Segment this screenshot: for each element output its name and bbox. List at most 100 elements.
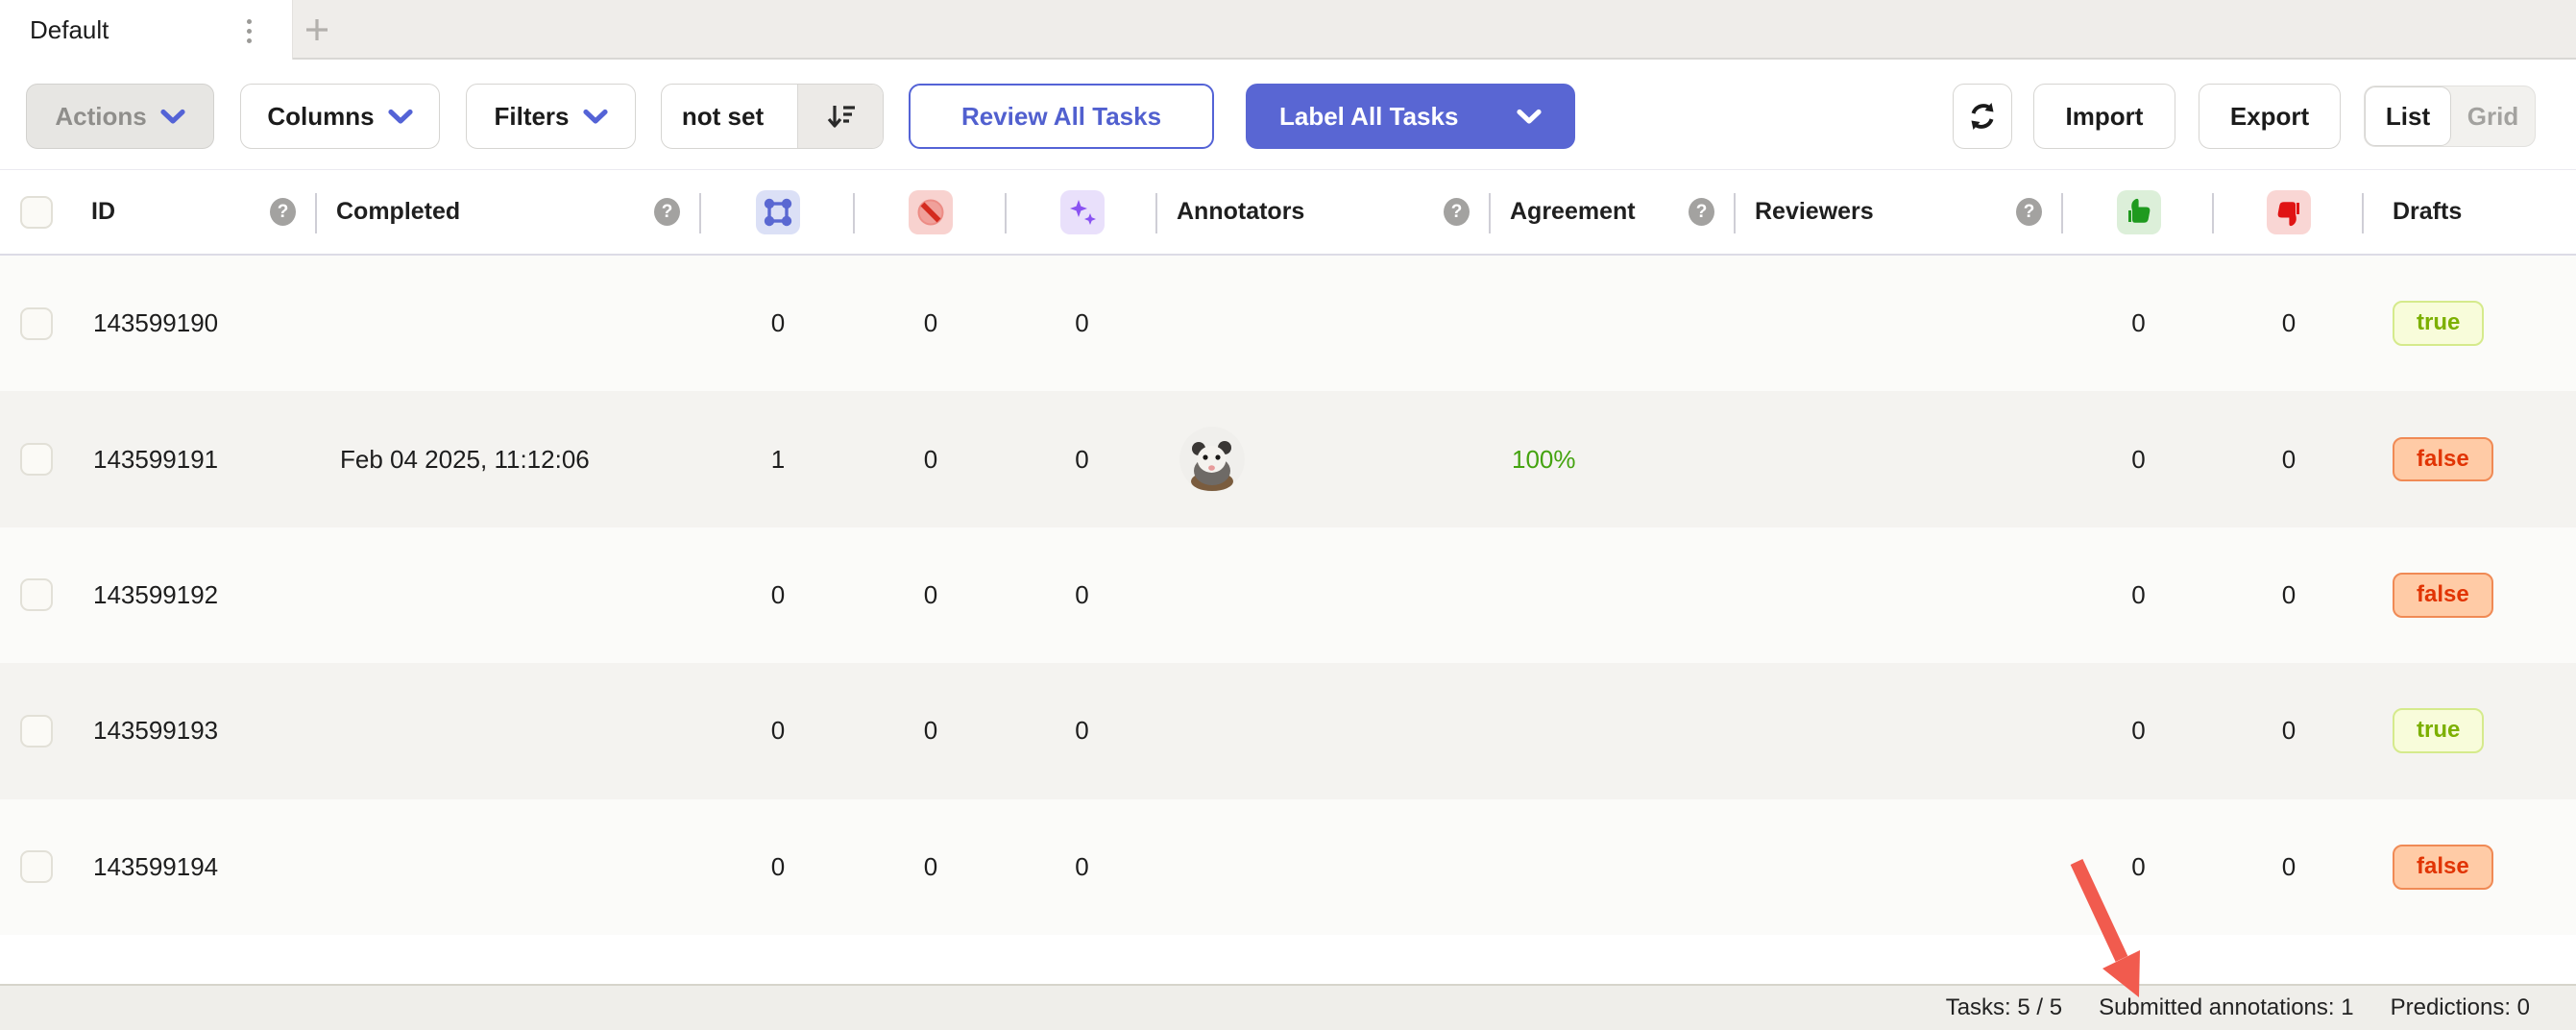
column-label-id: ID — [72, 198, 115, 226]
annotators-cell — [1157, 391, 1491, 527]
filters-label: Filters — [494, 102, 569, 132]
cancelled-count-cell: 0 — [855, 799, 1007, 935]
add-tab-button[interactable] — [294, 8, 340, 52]
tab-label: Default — [0, 15, 109, 45]
row-checkbox[interactable] — [20, 715, 53, 748]
view-list-button[interactable]: List — [2365, 86, 2451, 146]
columns-button[interactable]: Columns — [240, 84, 440, 149]
actions-button[interactable]: Actions — [26, 84, 214, 149]
annotations-count-cell: 1 — [701, 391, 855, 527]
column-header-id[interactable]: ID ? — [72, 170, 317, 254]
column-header-annotations[interactable] — [701, 170, 855, 254]
data-manager-app: Default Actions Columns Filters — [0, 0, 2576, 1030]
table-row[interactable]: 143599190 0 0 0 0 0 — [0, 256, 2576, 391]
drafts-cell: false — [2364, 799, 2576, 935]
footer-predictions-count: Predictions: 0 — [2391, 994, 2530, 1021]
annotations-icon — [756, 190, 800, 234]
column-label-reviewers: Reviewers — [1736, 198, 1874, 226]
column-header-completed[interactable]: Completed ? — [317, 170, 701, 254]
task-id-cell: 143599193 — [72, 663, 317, 798]
predictions-count-cell: 0 — [1007, 799, 1157, 935]
table-row[interactable]: 143599191 Feb 04 2025, 11:12:06 1 0 0 1 — [0, 391, 2576, 527]
refresh-icon — [1965, 99, 2000, 134]
row-checkbox-cell — [0, 799, 72, 935]
help-icon[interactable]: ? — [1444, 198, 1470, 226]
task-id-cell: 143599194 — [72, 799, 317, 935]
tab-bar: Default — [0, 0, 2576, 60]
thumbs-up-icon — [2117, 190, 2161, 234]
annotations-count-cell: 0 — [701, 663, 855, 798]
select-all-checkbox-cell — [0, 170, 72, 254]
thumbs-down-icon — [2267, 190, 2311, 234]
toolbar: Actions Columns Filters not set — [0, 60, 2576, 170]
sort-direction-button[interactable] — [797, 85, 883, 148]
column-header-accepted[interactable] — [2063, 170, 2214, 254]
column-header-cancelled[interactable] — [855, 170, 1007, 254]
reviewers-cell — [1736, 799, 2063, 935]
ordering-label: not set — [662, 102, 784, 132]
cancelled-count-cell: 0 — [855, 391, 1007, 527]
completed-cell — [317, 663, 701, 798]
column-header-reviewers[interactable]: Reviewers ? — [1736, 170, 2063, 254]
table-row[interactable]: 143599192 0 0 0 0 0 — [0, 527, 2576, 663]
table-header-row: ID ? Completed ? — [0, 170, 2576, 256]
view-grid-button[interactable]: Grid — [2451, 102, 2535, 132]
review-all-tasks-button[interactable]: Review All Tasks — [909, 84, 1214, 149]
agreement-cell: 100% — [1491, 391, 1736, 527]
reviewers-cell — [1736, 527, 2063, 663]
reviewers-cell — [1736, 663, 2063, 798]
column-label-completed: Completed — [317, 198, 460, 226]
actions-label: Actions — [55, 102, 146, 132]
row-checkbox[interactable] — [20, 443, 53, 476]
help-icon[interactable]: ? — [1689, 198, 1714, 226]
help-icon[interactable]: ? — [2016, 198, 2042, 226]
completed-cell: Feb 04 2025, 11:12:06 — [317, 391, 701, 527]
annotators-cell — [1157, 663, 1491, 798]
row-checkbox[interactable] — [20, 850, 53, 883]
row-checkbox-cell — [0, 256, 72, 391]
export-label: Export — [2230, 102, 2309, 132]
column-header-annotators[interactable]: Annotators ? — [1157, 170, 1491, 254]
annotations-count-cell: 0 — [701, 527, 855, 663]
cancelled-count-cell: 0 — [855, 527, 1007, 663]
view-toggle: List Grid — [2364, 86, 2536, 147]
cancelled-count-cell: 0 — [855, 663, 1007, 798]
column-header-rejected[interactable] — [2214, 170, 2364, 254]
footer-tasks-count: Tasks: 5 / 5 — [1946, 994, 2062, 1021]
ordering-button[interactable]: not set — [661, 84, 884, 149]
label-all-tasks-button[interactable]: Label All Tasks — [1246, 84, 1575, 149]
accepted-count-cell: 0 — [2063, 663, 2214, 798]
column-header-drafts[interactable]: Drafts — [2364, 170, 2576, 254]
status-footer: Tasks: 5 / 5 Submitted annotations: 1 Pr… — [0, 984, 2576, 1030]
draft-badge: false — [2393, 437, 2493, 482]
agreement-cell — [1491, 663, 1736, 798]
column-header-predictions[interactable] — [1007, 170, 1157, 254]
select-all-checkbox[interactable] — [20, 196, 53, 229]
refresh-button[interactable] — [1953, 84, 2012, 149]
help-icon[interactable]: ? — [270, 198, 296, 226]
chevron-down-icon — [388, 109, 413, 125]
row-checkbox[interactable] — [20, 578, 53, 611]
row-checkbox[interactable] — [20, 307, 53, 340]
table-row[interactable]: 143599193 0 0 0 0 0 — [0, 663, 2576, 798]
task-id-cell: 143599190 — [72, 256, 317, 391]
table-row[interactable]: 143599194 0 0 0 0 0 — [0, 799, 2576, 935]
predictions-icon — [1060, 190, 1105, 234]
annotators-cell — [1157, 527, 1491, 663]
accepted-count-cell: 0 — [2063, 391, 2214, 527]
export-button[interactable]: Export — [2199, 84, 2341, 149]
accepted-count-cell: 0 — [2063, 256, 2214, 391]
import-button[interactable]: Import — [2033, 84, 2175, 149]
footer-submitted-annotations: Submitted annotations: 1 — [2099, 994, 2354, 1021]
predictions-count-cell: 0 — [1007, 391, 1157, 527]
tab-menu-button[interactable] — [234, 12, 263, 49]
filters-button[interactable]: Filters — [466, 84, 636, 149]
task-id-cell: 143599191 — [72, 391, 317, 527]
annotator-avatar[interactable] — [1179, 427, 1245, 492]
help-icon[interactable]: ? — [654, 198, 680, 226]
draft-badge: false — [2393, 573, 2493, 618]
column-header-agreement[interactable]: Agreement ? — [1491, 170, 1736, 254]
draft-badge: true — [2393, 708, 2484, 753]
rejected-count-cell: 0 — [2214, 663, 2364, 798]
annotators-cell — [1157, 799, 1491, 935]
